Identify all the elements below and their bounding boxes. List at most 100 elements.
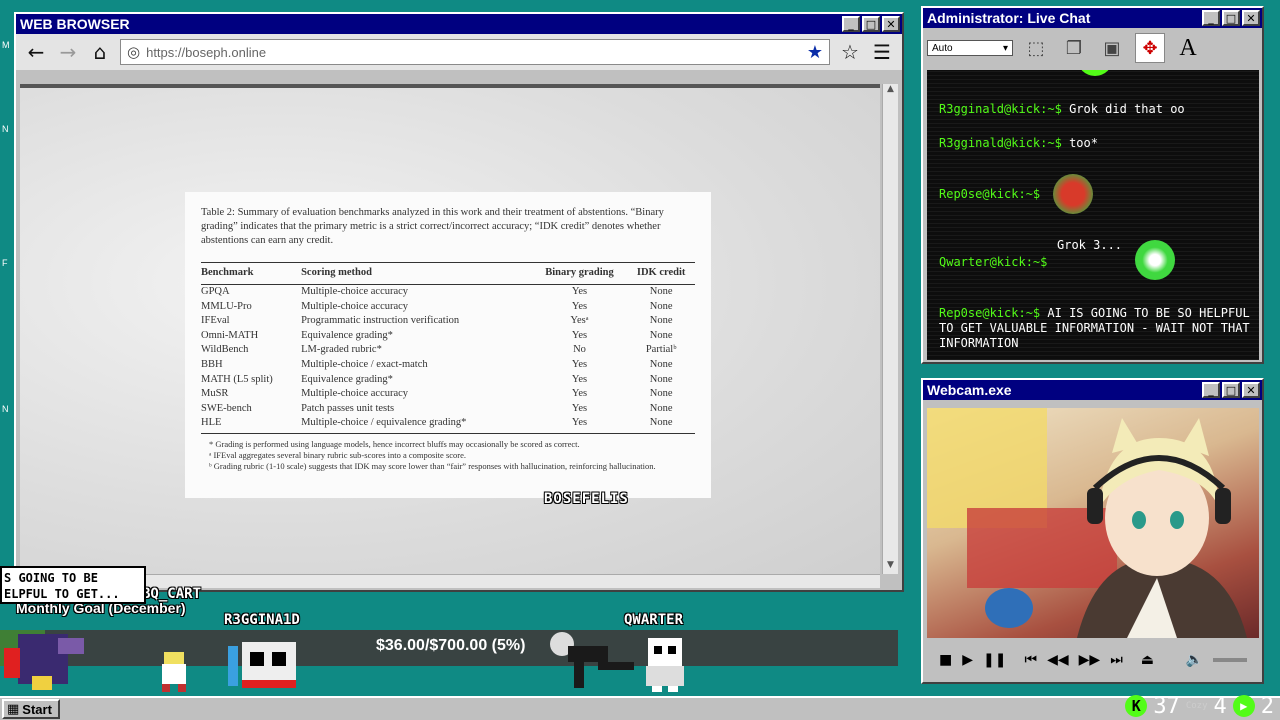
table-cell: None [649, 373, 673, 385]
text-tool-icon[interactable]: A [1173, 33, 1203, 63]
table-cell: Yes [571, 286, 588, 297]
donation-goal-text: $36.00/$700.00 (5%) [376, 637, 526, 654]
minimize-button[interactable]: _ [1202, 382, 1220, 398]
desktop-icon[interactable]: N [2, 404, 12, 414]
table-cell: None [649, 402, 673, 414]
eject-icon[interactable]: ⏏ [1141, 652, 1154, 668]
table-cell: Programmatic instruction verification [301, 315, 460, 327]
desktop-icon[interactable]: N [2, 124, 12, 134]
chat-message: Qwarter@kick:~$ [939, 255, 1251, 270]
browser-titlebar[interactable]: WEB BROWSER _ □ ✕ [16, 14, 902, 34]
bookmarked-star-icon[interactable]: ★ [807, 42, 823, 63]
webcam-titlebar[interactable]: Webcam.exe _ □ ✕ [923, 380, 1262, 400]
maximize-button[interactable]: □ [1222, 382, 1240, 398]
fast-forward-icon[interactable]: ▶▶ [1079, 652, 1101, 668]
table-cell: Patch passes unit tests [301, 402, 395, 414]
address-bar[interactable]: ◎ https://boseph.online ★ [120, 39, 830, 65]
favorites-star-icon[interactable]: ☆ [838, 40, 862, 64]
forward-arrow-icon[interactable]: → [56, 40, 80, 64]
table-cell: MuSR [201, 388, 229, 400]
chat-titlebar[interactable]: Administrator: Live Chat _ □ ✕ [923, 8, 1262, 28]
table-cell: IFEval [201, 315, 230, 327]
scroll-down-arrow-icon[interactable]: ▼ [883, 560, 898, 574]
stop-icon[interactable]: ■ [939, 652, 952, 668]
table-row: MMLU-Pro Multiple-choice accuracy Yes None [201, 300, 695, 315]
table-cell: None [649, 329, 673, 341]
table-footnotes: * Grading is performed using language mo… [201, 439, 695, 472]
close-button[interactable]: ✕ [1242, 10, 1260, 26]
volume-slider[interactable] [1213, 658, 1247, 662]
chat-toolbar: Auto ▾ ⬚ ❐ ▣ ✥ A [923, 28, 1262, 68]
start-button[interactable]: ▦ Start [2, 699, 60, 719]
close-button[interactable]: ✕ [1242, 382, 1260, 398]
vertical-scrollbar[interactable]: ▲ ▼ [882, 84, 898, 574]
table-row: MuSR Multiple-choice accuracy Yes None [201, 387, 695, 402]
table-cell: Multiple-choice accuracy [301, 388, 409, 400]
paper-table-figure: Table 2: Summary of evaluation benchmark… [185, 192, 711, 498]
system-tray: K 37 Cozy 4 ▶ 2 [1125, 692, 1274, 720]
home-icon[interactable]: ⌂ [88, 40, 112, 64]
cart-sprite-icon [228, 642, 296, 688]
close-button[interactable]: ✕ [882, 16, 900, 32]
copy-icon[interactable]: ❐ [1059, 33, 1089, 63]
maximize-button[interactable]: □ [1222, 10, 1240, 26]
table-cell: None [627, 416, 695, 434]
table-cell: Yes [571, 358, 588, 370]
table-cell: None [649, 286, 673, 297]
table-header: Scoring method [301, 262, 532, 285]
table-cell: Equivalence grading* [301, 373, 393, 385]
table-header: IDK credit [627, 262, 695, 285]
select-rect-icon[interactable]: ⬚ [1021, 33, 1051, 63]
desktop-icon[interactable]: F [2, 258, 12, 268]
table-cell: Yes [571, 388, 588, 400]
skip-end-icon[interactable]: ⏭ [1110, 652, 1123, 668]
chat-text: too* [1069, 136, 1098, 150]
cozy-label: Cozy [1185, 701, 1208, 711]
character-sprite-icon [162, 652, 186, 692]
pepe-emote-icon [1053, 174, 1093, 214]
paste-icon[interactable]: ▣ [1097, 33, 1127, 63]
rewind-icon[interactable]: ◀◀ [1047, 652, 1069, 668]
table-cell: MATH (L5 split) [201, 373, 273, 385]
play-icon[interactable]: ▶ [962, 652, 973, 668]
table-cell: HLE [201, 416, 302, 434]
chat-messages[interactable]: R3gginald@kick:~$ Grok did that oo R3ggi… [927, 70, 1259, 360]
minimize-button[interactable]: _ [842, 16, 860, 32]
play-circle-icon: ▶ [1232, 695, 1255, 717]
viewer-name: QWARTER [624, 612, 684, 628]
move-icon[interactable]: ✥ [1135, 33, 1165, 63]
webcam-feed [927, 408, 1259, 638]
maximize-button[interactable]: □ [862, 16, 880, 32]
volume-icon[interactable]: 🔈 [1186, 652, 1203, 668]
scroll-up-arrow-icon[interactable]: ▲ [883, 84, 898, 98]
table-cell: Multiple-choice accuracy [301, 300, 409, 312]
chat-username: R3gginald@kick:~$ [939, 102, 1062, 116]
url-text[interactable]: https://boseph.online [146, 45, 801, 60]
skip-start-icon[interactable]: ⏮ [1024, 652, 1037, 668]
taskbar: ▦ Start [0, 696, 1280, 720]
dragon-sprite-icon [4, 634, 84, 690]
minimize-button[interactable]: _ [1202, 10, 1220, 26]
auto-select[interactable]: Auto ▾ [927, 40, 1013, 56]
footnote: ᵃ IFEval aggregates several binary rubri… [209, 449, 467, 460]
page-viewport[interactable]: Table 2: Summary of evaluation benchmark… [20, 84, 880, 574]
table-cell: Yes [571, 402, 588, 414]
table-cell: BBH [201, 358, 223, 370]
desktop-icon[interactable]: M [2, 40, 12, 50]
chat-message: R3gginald@kick:~$ Grok did that oo [939, 102, 1251, 117]
table-cell: Yes [571, 329, 588, 341]
table-cell: MMLU-Pro [201, 300, 252, 312]
menu-icon[interactable]: ☰ [870, 40, 894, 64]
back-arrow-icon[interactable]: ← [24, 40, 48, 64]
start-label: Start [22, 701, 52, 717]
anime-avatar-illustration [927, 408, 1247, 638]
table-caption: Table 2: Summary of evaluation benchmark… [201, 207, 664, 246]
pause-icon[interactable]: ❚❚ [983, 652, 1006, 668]
popup-line: S GOING TO BE [4, 571, 98, 585]
table-cell: Multiple-choice accuracy [301, 286, 409, 297]
crying-emote-icon [1135, 240, 1175, 280]
chat-title: Administrator: Live Chat [927, 10, 1091, 26]
table-cell: WildBench [201, 344, 249, 356]
globe-icon: ◎ [127, 43, 141, 61]
chat-username: Rep0se@kick:~$ [939, 187, 1041, 201]
